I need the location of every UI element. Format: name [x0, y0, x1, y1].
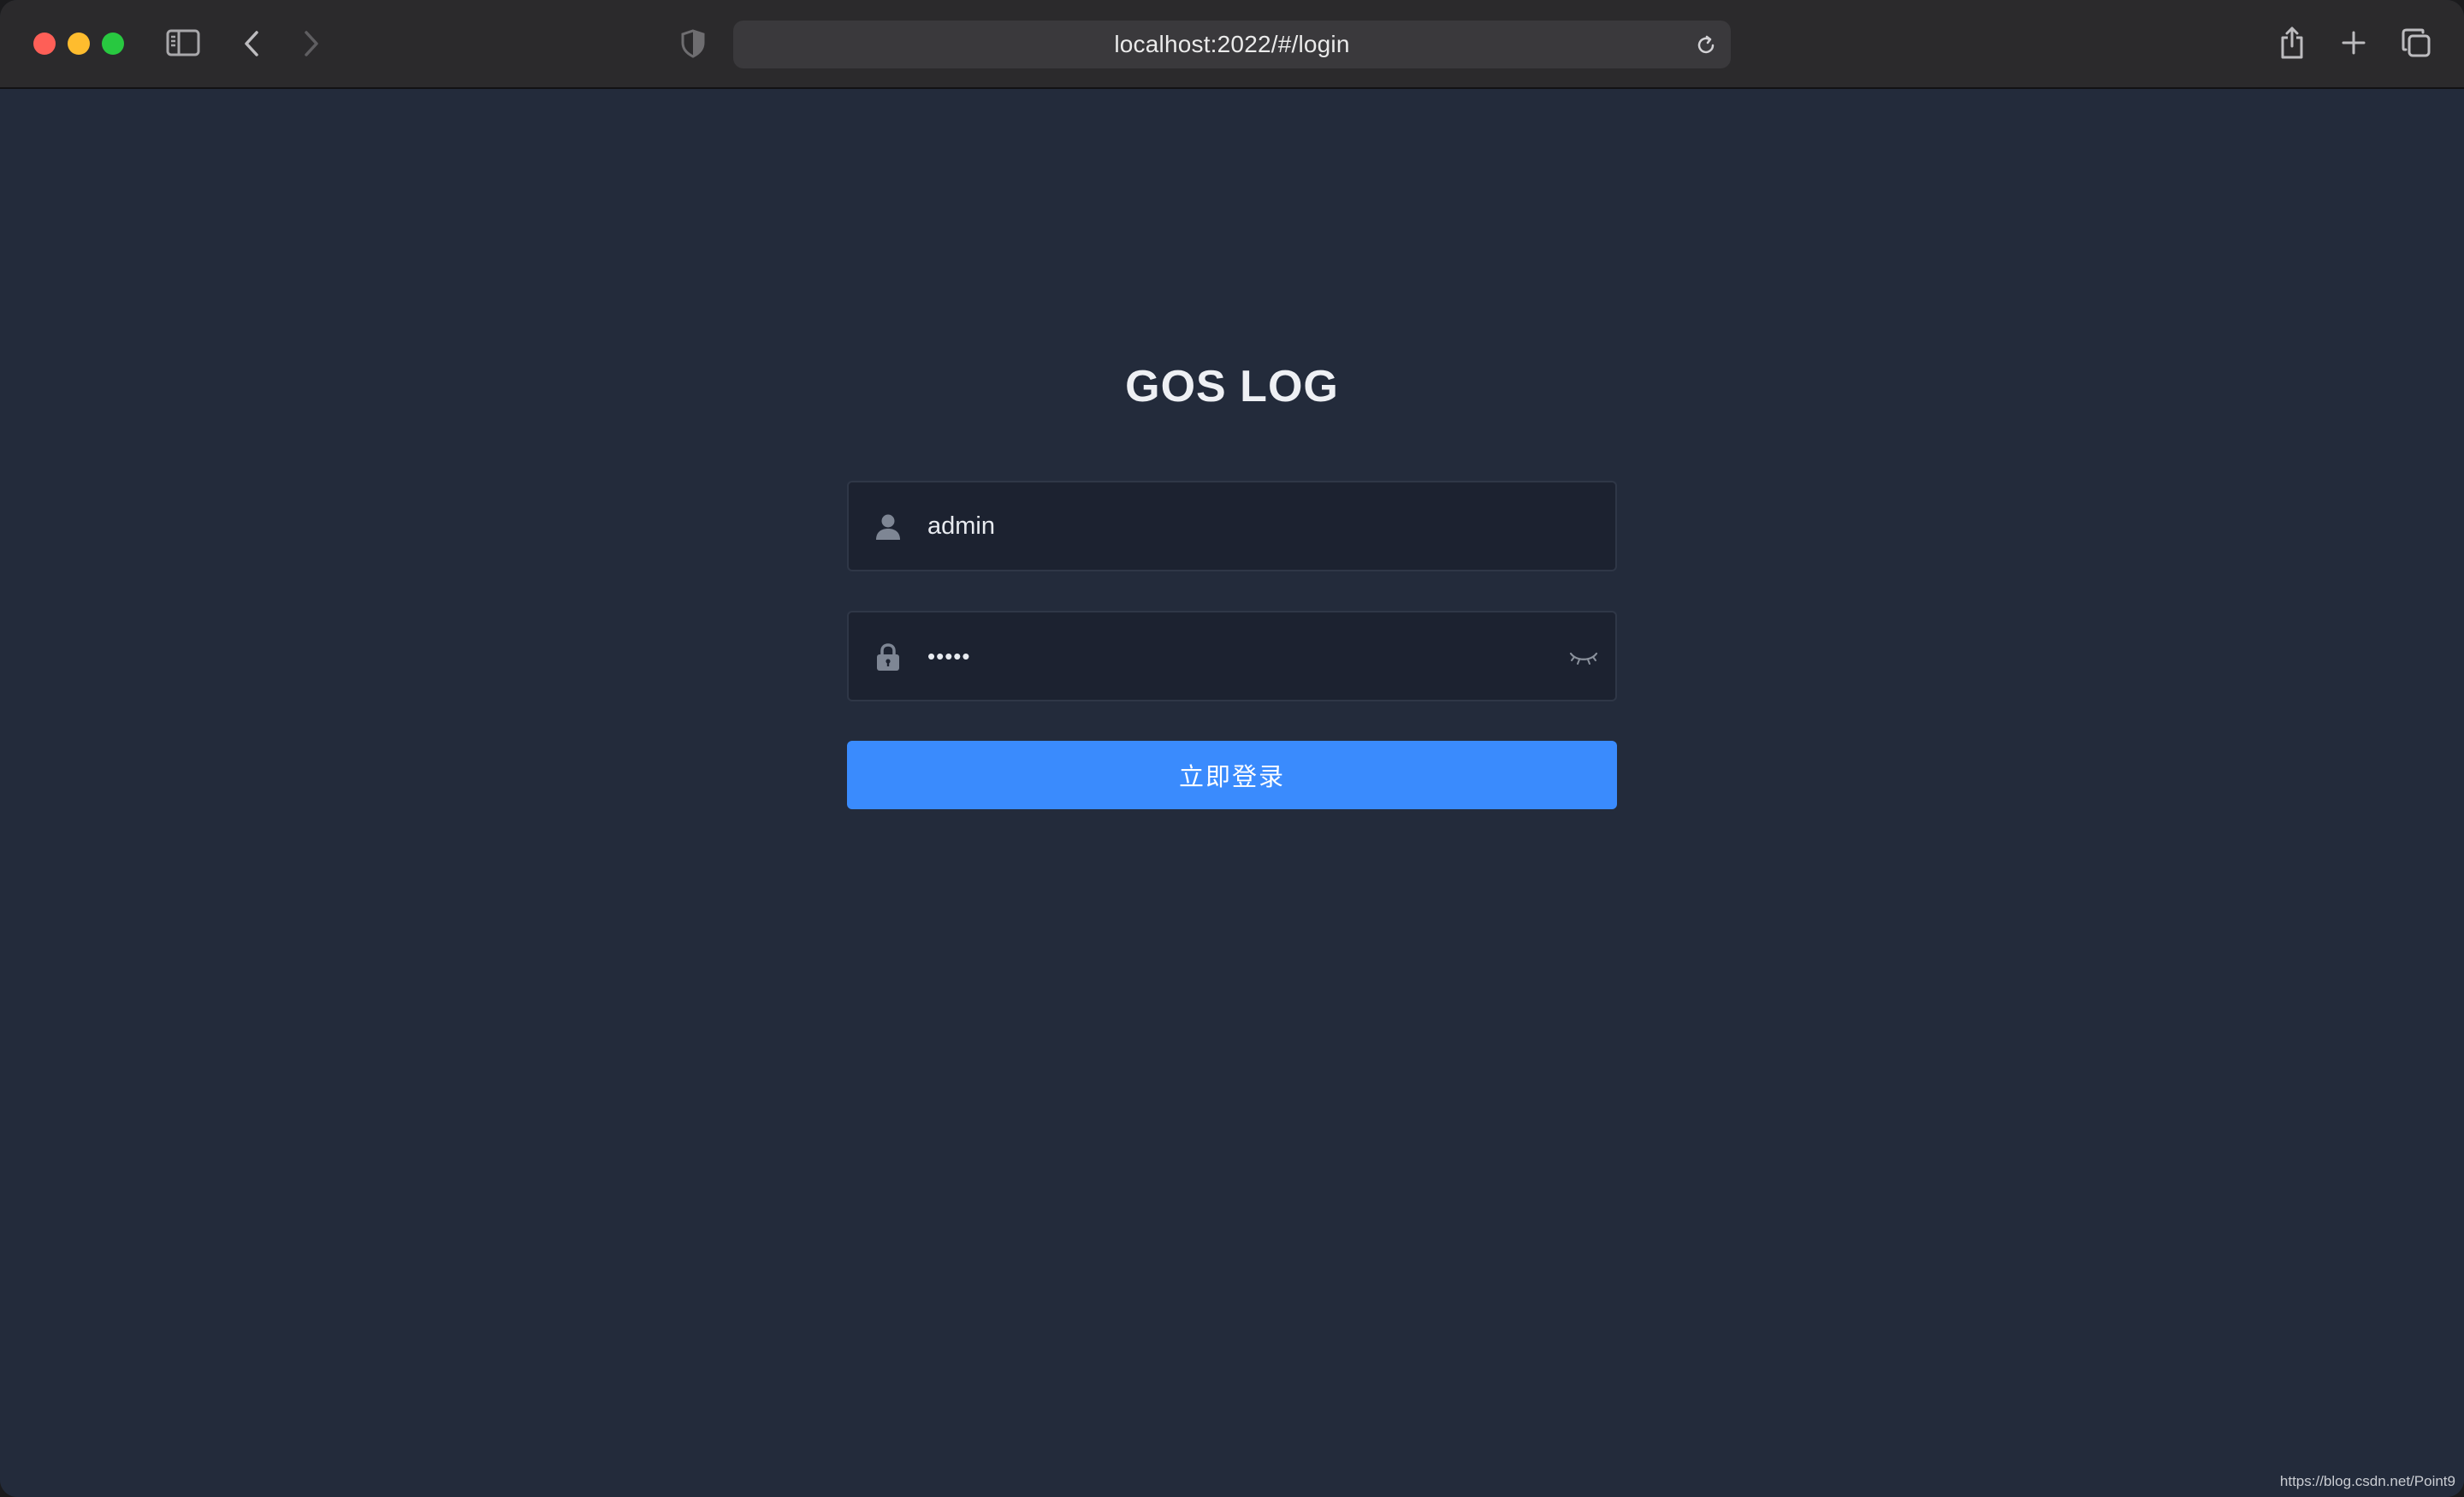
close-window-button[interactable] [33, 33, 56, 55]
zoom-window-button[interactable] [102, 33, 124, 55]
sidebar-icon[interactable] [166, 27, 200, 58]
tab-overview-icon[interactable] [2399, 26, 2433, 60]
shield-icon[interactable] [679, 27, 707, 60]
password-input[interactable]: ••••• [927, 612, 1538, 700]
user-icon [874, 512, 902, 541]
login-button[interactable]: 立即登录 [847, 741, 1617, 809]
chevron-right-icon[interactable] [299, 27, 323, 60]
username-field[interactable]: admin [847, 481, 1617, 571]
username-input[interactable]: admin [927, 482, 1538, 570]
watermark: https://blog.csdn.net/Point9 [2279, 1473, 2455, 1489]
page-title: GOS LOG [1125, 362, 1339, 411]
minimize-window-button[interactable] [68, 33, 90, 55]
url-text[interactable]: localhost:2022/#/login [733, 21, 1731, 68]
lock-icon [874, 642, 902, 672]
browser-window: localhost:2022/#/login GOS LOG admin •••… [0, 0, 2464, 1497]
share-icon[interactable] [2277, 24, 2307, 62]
eye-closed-icon[interactable] [1567, 645, 1600, 671]
browser-toolbar: localhost:2022/#/login [0, 0, 2464, 89]
page-content: GOS LOG admin ••••• 立即登录 [0, 89, 2464, 1497]
chevron-left-icon[interactable] [240, 27, 264, 60]
reload-icon[interactable] [1693, 33, 1719, 58]
plus-icon[interactable] [2339, 27, 2368, 58]
password-field[interactable]: ••••• [847, 611, 1617, 701]
address-bar[interactable]: localhost:2022/#/login [733, 21, 1731, 68]
